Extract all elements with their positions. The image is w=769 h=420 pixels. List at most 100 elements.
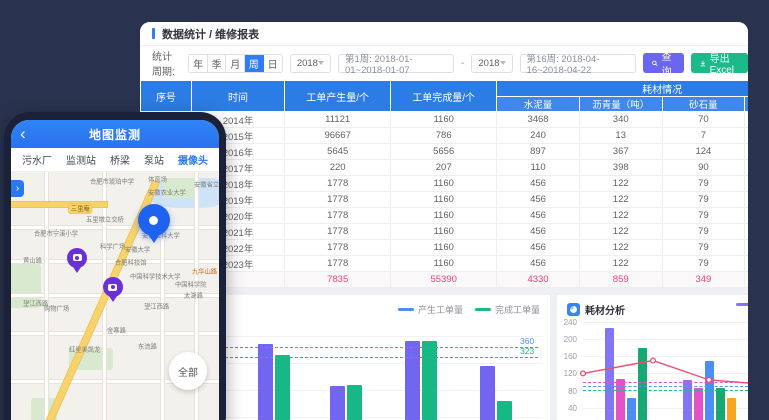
marker-dot <box>149 216 158 225</box>
phone-tab-监测站[interactable]: 监测站 <box>66 152 96 167</box>
back-chevron-icon[interactable]: ‹ <box>20 121 26 147</box>
table-cell: 110 <box>497 160 580 176</box>
table-cell: 79 <box>662 240 745 256</box>
table-cell: 122 <box>579 256 662 272</box>
table-cell: 122 <box>579 176 662 192</box>
table-cell: 79 <box>662 256 745 272</box>
table-cell: 367 <box>579 144 662 160</box>
phone-screen: ‹ 地图监测 污水厂监测站桥梁泵站摄像头 › 全部 合肥市琥珀中学体育场安徽 <box>11 120 219 420</box>
dashboard-card: 数据统计 / 维修报表 统计周期: 年季月周日 2018 第1周: 2018-0… <box>140 22 748 420</box>
table-cell: 456 <box>497 240 580 256</box>
table-cell: 1778 <box>285 224 391 240</box>
avg-cell: 390 <box>391 288 497 289</box>
map-label: 中国科学技术大学 <box>130 272 180 281</box>
bar-完成工单量-3 <box>422 341 437 420</box>
reference-line-value: 360 <box>520 336 534 346</box>
map-highway <box>11 202 107 207</box>
table-row: 72020年177811604561227967 <box>141 208 749 224</box>
table-cell: 7 <box>662 128 745 144</box>
legend-label: 完成工单量 <box>495 303 540 316</box>
camera-marker-icon[interactable] <box>67 248 87 268</box>
table-cell: 11121 <box>285 112 391 128</box>
line-series <box>557 295 748 420</box>
table-row: 22015年96667786240137690 <box>141 128 749 144</box>
start-year-select[interactable]: 2018 <box>290 54 331 73</box>
sub-column-header: 沥青量（吨） <box>579 97 662 112</box>
map-label: 合肥市宁溪小学 <box>34 229 78 238</box>
phone-tab-桥梁[interactable]: 桥梁 <box>110 152 130 167</box>
map-label: 购物广场 <box>44 304 69 313</box>
end-year-select[interactable]: 2018 <box>471 54 512 73</box>
table-cell: 1160 <box>391 112 497 128</box>
map-label: 安徽农业大学 <box>148 188 186 197</box>
table-cell: 456 <box>497 224 580 240</box>
table-cell: 786 <box>391 128 497 144</box>
report-section: 数据统计 / 维修报表 统计周期: 年季月周日 2018 第1周: 2018-0… <box>140 22 748 288</box>
table-cell: 67 <box>745 176 748 192</box>
table-cell: 456 <box>497 176 580 192</box>
map-label: 三里庵 <box>69 204 92 213</box>
table-row: 42017年2202071103989019 <box>141 160 749 176</box>
end-year-value: 2018 <box>478 58 499 69</box>
map-label: 望江西路 <box>144 302 169 311</box>
table-cell: 1160 <box>391 192 497 208</box>
table-cell: 124 <box>662 144 745 160</box>
phone-tab-污水厂[interactable]: 污水厂 <box>22 152 52 167</box>
total-cell: 859 <box>579 272 662 288</box>
sub-column-header: 水量 <box>745 97 748 112</box>
map-view[interactable]: › 全部 合肥市琥珀中学体育场安徽农业大学安徽省立医院三里庵五里墩立交桥安徽医科… <box>11 172 219 420</box>
total-cell: 4330 <box>497 272 580 288</box>
legend-swatch <box>736 303 748 306</box>
phone-tab-bar: 污水厂监测站桥梁泵站摄像头 <box>11 148 219 172</box>
table-cell: 1778 <box>285 256 391 272</box>
period-option-季[interactable]: 季 <box>208 55 227 72</box>
map-label: 科学广场 <box>100 242 125 251</box>
search-icon <box>652 59 658 68</box>
period-option-月[interactable]: 月 <box>226 55 245 72</box>
all-filter-button[interactable]: 全部 <box>169 352 207 390</box>
table-cell: 1160 <box>391 256 497 272</box>
export-excel-button[interactable]: 导出Excel <box>691 53 748 73</box>
end-week-input[interactable]: 第16周: 2018-04-16~2018-04-22 <box>520 54 636 73</box>
bar-完成工单量-1 <box>275 355 290 420</box>
query-button[interactable]: 查询 <box>643 53 684 73</box>
period-option-日[interactable]: 日 <box>264 55 282 72</box>
table-cell: 240 <box>497 128 580 144</box>
download-icon <box>700 59 706 68</box>
table-cell: 122 <box>579 224 662 240</box>
layer-expand-button[interactable]: › <box>11 180 24 197</box>
phone-app-header: ‹ 地图监测 <box>11 120 219 148</box>
map-label: 东流路 <box>138 342 157 351</box>
table-cell: 67 <box>745 224 748 240</box>
phone-mockup: ‹ 地图监测 污水厂监测站桥梁泵站摄像头 › 全部 合肥市琥珀中学体育场安徽 <box>4 112 226 420</box>
bar-产生工单量-2 <box>330 386 345 420</box>
total-cell: 349 <box>662 272 745 288</box>
table-cell: 122 <box>579 240 662 256</box>
period-option-年[interactable]: 年 <box>189 55 208 72</box>
camera-marker-icon[interactable] <box>103 277 123 297</box>
chart-legend <box>736 303 748 306</box>
table-cell: 67 <box>745 192 748 208</box>
table-cell: 1160 <box>391 208 497 224</box>
table-cell: 1160 <box>391 224 497 240</box>
avg-row: 平均值35390305311114 <box>141 288 749 289</box>
map-label: 安徽大学 <box>125 245 150 254</box>
chevron-down-icon <box>318 61 324 65</box>
table-cell: 79 <box>662 192 745 208</box>
legend-item: 完成工单量 <box>475 303 540 316</box>
breadcrumb-text: 数据统计 / 维修报表 <box>162 26 259 42</box>
map-label: 九华山路 <box>192 267 217 276</box>
phone-tab-泵站[interactable]: 泵站 <box>144 152 164 167</box>
range-separator: - <box>461 58 464 69</box>
phone-tab-摄像头[interactable]: 摄像头 <box>178 152 208 167</box>
chart-legend: 产生工单量完成工单量 <box>398 303 540 316</box>
table-cell: 220 <box>285 160 391 176</box>
period-option-周[interactable]: 周 <box>245 55 264 72</box>
avg-cell: 14 <box>745 288 748 289</box>
legend-swatch <box>475 308 491 311</box>
camera-glyph <box>108 284 117 291</box>
table-cell: 1778 <box>285 176 391 192</box>
table-cell: 122 <box>579 192 662 208</box>
table-cell: 3468 <box>497 112 580 128</box>
start-week-input[interactable]: 第1周: 2018-01-01~2018-01-07 <box>338 54 454 73</box>
